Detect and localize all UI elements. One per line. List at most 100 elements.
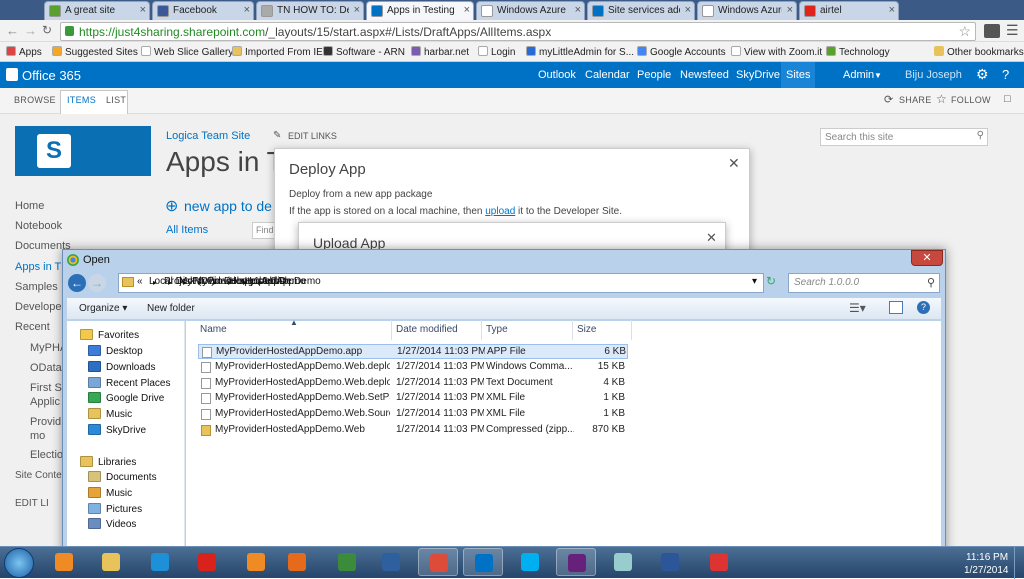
left-nav-item[interactable]: Applic: [30, 396, 60, 408]
user-name[interactable]: Biju Joseph: [905, 69, 962, 81]
library-item[interactable]: Pictures: [88, 502, 142, 515]
bookmark-item[interactable]: Apps: [6, 46, 42, 58]
breadcrumb-separator-icon[interactable]: ▸: [183, 278, 187, 287]
tab-close-icon[interactable]: ×: [685, 4, 691, 16]
tab-close-icon[interactable]: ×: [140, 4, 146, 16]
taskbar-button[interactable]: [187, 548, 227, 576]
favorites-header[interactable]: Favorites: [80, 329, 139, 341]
left-nav-item[interactable]: Samples: [15, 281, 58, 293]
left-nav-item[interactable]: Electio: [30, 449, 63, 461]
taskbar-button[interactable]: [510, 548, 550, 576]
file-row[interactable]: MyProviderHostedAppDemo.Web.SetPar... 1/2…: [198, 391, 628, 406]
taskbar-button[interactable]: [236, 548, 276, 576]
left-nav-item[interactable]: Recent: [15, 321, 50, 333]
new-app-link[interactable]: new app to de: [184, 198, 272, 214]
taskbar-button[interactable]: [650, 548, 690, 576]
favorite-item[interactable]: Google Drive: [88, 392, 164, 404]
menu-icon[interactable]: ☰: [1006, 22, 1019, 39]
library-item[interactable]: Documents: [88, 471, 157, 483]
site-search-input[interactable]: Search this site ⚲: [820, 128, 988, 146]
taskbar-button[interactable]: [603, 548, 643, 576]
clock-time[interactable]: 11:16 PM: [966, 552, 1008, 563]
share-button[interactable]: SHARE: [899, 95, 932, 105]
file-row[interactable]: MyProviderHostedAppDemo.Web.deplo... 1/27…: [198, 376, 628, 391]
help-icon[interactable]: ?: [1002, 67, 1009, 82]
left-nav-item[interactable]: Notebook: [15, 220, 62, 232]
site-link[interactable]: Logica Team Site: [166, 130, 250, 142]
extension-icon[interactable]: [984, 24, 1000, 38]
column-size[interactable]: Size: [577, 324, 596, 335]
favorite-item[interactable]: SkyDrive: [88, 424, 146, 436]
taskbar-button[interactable]: [556, 548, 596, 576]
bookmark-item[interactable]: Google Accounts: [637, 46, 726, 58]
favorite-item[interactable]: Recent Places: [88, 376, 170, 389]
breadcrumb-separator-icon[interactable]: ▸: [258, 278, 262, 287]
browser-tab[interactable]: Site services add ×: [587, 1, 695, 20]
left-nav-item[interactable]: Developer: [15, 301, 65, 313]
show-desktop-button[interactable]: [1014, 547, 1024, 579]
tab-close-icon[interactable]: ×: [354, 4, 360, 16]
left-nav-item[interactable]: Provid: [30, 416, 61, 428]
libraries-header[interactable]: Libraries: [80, 456, 136, 468]
browser-tab[interactable]: TN HOW TO: Deploy ×: [256, 1, 364, 20]
other-bookmarks[interactable]: Other bookmarks: [934, 46, 1024, 58]
taskbar-button[interactable]: [463, 548, 503, 576]
forward-icon[interactable]: →: [24, 23, 37, 38]
forward-nav-icon[interactable]: →: [88, 274, 106, 292]
view-options-icon[interactable]: ☰▾: [849, 301, 866, 315]
breadcrumb-separator-icon[interactable]: ▸: [168, 278, 172, 287]
breadcrumb-separator-icon[interactable]: ▸: [213, 278, 217, 287]
taskbar-button[interactable]: [327, 548, 367, 576]
upload-link[interactable]: upload: [485, 206, 515, 217]
nav-skydrive[interactable]: SkyDrive: [736, 69, 780, 81]
favorite-item[interactable]: Music: [88, 408, 132, 420]
breadcrumb-separator-icon[interactable]: ▸: [243, 278, 247, 287]
back-icon[interactable]: ←: [6, 23, 19, 38]
dialog-close-button[interactable]: ✕: [911, 250, 943, 266]
browser-tab[interactable]: Windows Azure ×: [476, 1, 585, 20]
taskbar-button[interactable]: [371, 548, 411, 576]
bookmark-item[interactable]: myLittleAdmin for S...: [526, 46, 634, 58]
back-nav-icon[interactable]: ←: [68, 274, 86, 292]
nav-newsfeed[interactable]: Newsfeed: [680, 69, 729, 81]
settings-gear-icon[interactable]: ⚙: [976, 66, 989, 83]
start-orb-icon[interactable]: [4, 548, 34, 578]
tab-close-icon[interactable]: ×: [889, 4, 895, 16]
file-row[interactable]: MyProviderHostedAppDemo.Web.deploy 1/27/2…: [198, 360, 628, 375]
left-nav-item[interactable]: OData: [30, 362, 62, 374]
bookmark-item[interactable]: Web Slice Gallery: [141, 46, 233, 58]
left-nav-item[interactable]: EDIT LI: [15, 498, 49, 509]
upload-close-icon[interactable]: ✕: [706, 230, 717, 246]
taskbar-button[interactable]: [277, 548, 317, 576]
file-row[interactable]: MyProviderHostedAppDemo.app 1/27/2014 11:…: [198, 344, 628, 359]
browser-tab[interactable]: A great site ×: [44, 1, 150, 20]
library-item[interactable]: Music: [88, 486, 132, 499]
path-dropdown-icon[interactable]: ▾: [752, 276, 757, 287]
bookmark-item[interactable]: Suggested Sites: [52, 46, 138, 58]
tab-close-icon[interactable]: ×: [464, 4, 470, 16]
nav-outlook[interactable]: Outlook: [538, 69, 576, 81]
taskbar-button[interactable]: [699, 548, 739, 576]
nav-admin[interactable]: Admin: [843, 69, 874, 81]
taskbar-button[interactable]: [44, 548, 84, 576]
file-row[interactable]: MyProviderHostedAppDemo.Web.Sourc... 1/27…: [198, 407, 628, 422]
breadcrumb-separator-icon[interactable]: ▸: [153, 278, 157, 287]
clock-date[interactable]: 1/27/2014: [964, 565, 1009, 576]
bookmark-item[interactable]: View with Zoom.it: [731, 46, 822, 58]
left-nav-item[interactable]: mo: [30, 430, 45, 442]
left-nav-item[interactable]: Apps in T: [15, 261, 61, 273]
bookmark-item[interactable]: harbar.net: [411, 46, 469, 58]
help-circle-icon[interactable]: ?: [917, 301, 930, 314]
site-logo[interactable]: S: [15, 126, 151, 176]
tab-close-icon[interactable]: ×: [575, 4, 581, 16]
nav-sites[interactable]: Sites: [786, 69, 810, 81]
file-row[interactable]: MyProviderHostedAppDemo.Web 1/27/2014 11:…: [198, 423, 628, 438]
breadcrumb-overflow-icon[interactable]: «: [137, 276, 143, 287]
tab-close-icon[interactable]: ×: [244, 4, 250, 16]
taskbar-button[interactable]: [91, 548, 131, 576]
focus-icon[interactable]: □: [1004, 93, 1011, 105]
folder-search-input[interactable]: Search 1.0.0.0 ⚲: [788, 273, 940, 293]
nav-people[interactable]: People: [637, 69, 671, 81]
bookmark-item[interactable]: Imported From IE: [232, 46, 323, 58]
browser-tab[interactable]: airtel ×: [799, 1, 899, 20]
